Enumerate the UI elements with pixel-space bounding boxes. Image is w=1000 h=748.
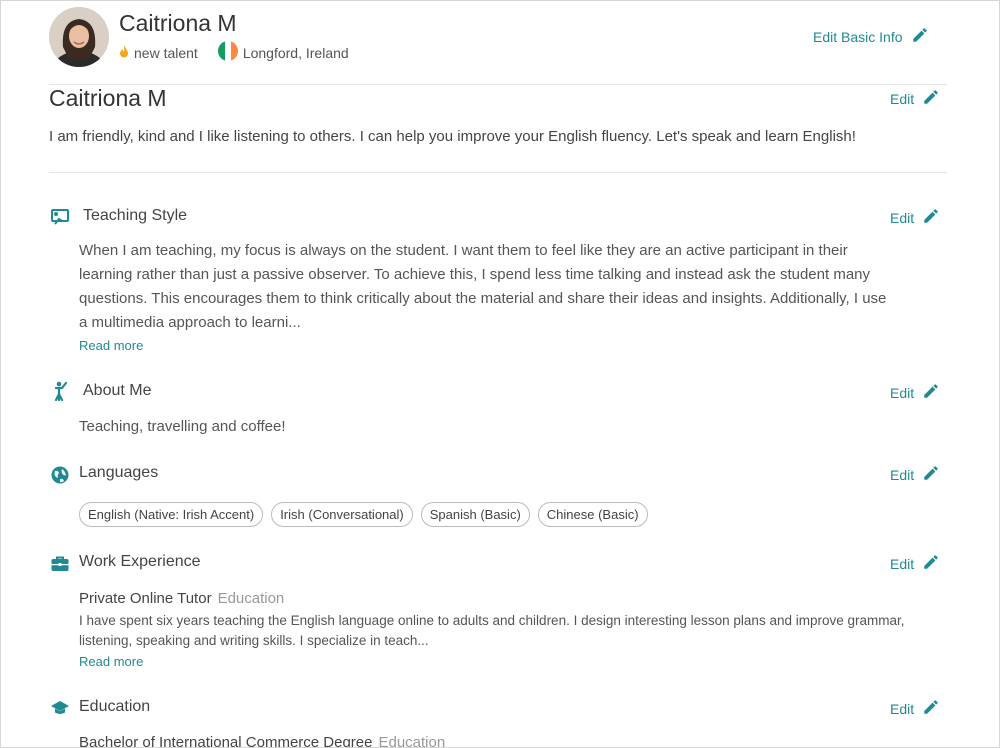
degree-category: Education [378,734,446,748]
pencil-icon [922,464,940,485]
profile-name: Caitriona M [119,10,237,36]
education-title: Education [79,698,151,715]
pencil-icon [922,207,940,228]
edit-label: Edit [890,384,915,401]
teaching-style-line: a multimedia approach to learni... [79,314,301,331]
badge-label: new talent [134,44,198,61]
teaching-style-line: questions. This encourages them to think… [79,290,887,307]
job-description: I have spent six years teaching the Engl… [79,611,949,651]
edit-label: Edit [890,209,915,226]
edit-intro-button[interactable]: Edit [890,88,940,109]
person-waving-icon [50,381,70,402]
section-name-heading: Caitriona M [49,85,167,111]
degree-text: Bachelor of International Commerce Degre… [79,734,373,748]
edit-basic-info-label: Edit Basic Info [813,28,903,45]
pencil-icon [911,26,929,47]
edit-teaching-style-button[interactable]: Edit [890,207,940,228]
language-chip: Irish (Conversational) [271,502,413,527]
language-chip: Spanish (Basic) [420,502,530,527]
teaching-style-line: When I am teaching, my focus is always o… [79,242,848,259]
divider [49,84,947,85]
languages-title: Languages [79,464,159,481]
job-description-line: I have spent six years teaching the Engl… [79,613,905,628]
read-more-link[interactable]: Read more [79,654,143,669]
divider [49,172,947,173]
new-talent-badge: new talent [119,44,198,61]
read-more-link[interactable]: Read more [79,338,143,353]
location-text: Longford, Ireland [242,44,349,61]
language-list: English (Native: Irish Accent) Irish (Co… [79,502,648,527]
work-experience-title: Work Experience [79,553,201,570]
pencil-icon [922,88,940,109]
job-title-text: Private Online Tutor [79,590,212,607]
edit-label: Edit [890,700,915,717]
about-me-title: About Me [83,382,152,399]
job-description-line: listening, speaking and writing skills. … [79,633,429,648]
language-chip: English (Native: Irish Accent) [79,502,264,527]
teaching-board-icon [50,207,70,227]
avatar [49,7,109,67]
profile-page: Caitriona M new talent Longford, Ireland [0,0,1000,748]
job-title: Private Online Tutor Education [79,590,284,607]
language-chip: Chinese (Basic) [537,502,648,527]
edit-languages-button[interactable]: Edit [890,464,940,485]
profile-meta: new talent Longford, Ireland [119,41,369,64]
teaching-style-line: learning rather than just a passive obse… [79,266,871,283]
teaching-style-text: When I am teaching, my focus is always o… [79,239,949,335]
pencil-icon [922,382,940,403]
job-category: Education [217,590,285,607]
edit-label: Edit [890,90,915,107]
graduation-cap-icon [50,698,70,718]
degree-title: Bachelor of International Commerce Degre… [79,734,446,748]
pencil-icon [922,553,940,574]
edit-basic-info-button[interactable]: Edit Basic Info [813,26,929,47]
edit-label: Edit [890,555,915,572]
bio-text: I am friendly, kind and I like listening… [49,128,856,145]
flame-icon [119,44,129,61]
location: Longford, Ireland [217,41,349,64]
edit-about-me-button[interactable]: Edit [890,382,940,403]
edit-work-experience-button[interactable]: Edit [890,553,940,574]
teaching-style-title: Teaching Style [83,207,188,224]
about-me-text: Teaching, travelling and coffee! [79,418,286,435]
edit-label: Edit [890,466,915,483]
pencil-icon [922,698,940,719]
globe-icon [50,465,70,485]
edit-education-button[interactable]: Edit [890,698,940,719]
briefcase-icon [50,554,70,574]
ireland-flag-icon [217,41,238,64]
